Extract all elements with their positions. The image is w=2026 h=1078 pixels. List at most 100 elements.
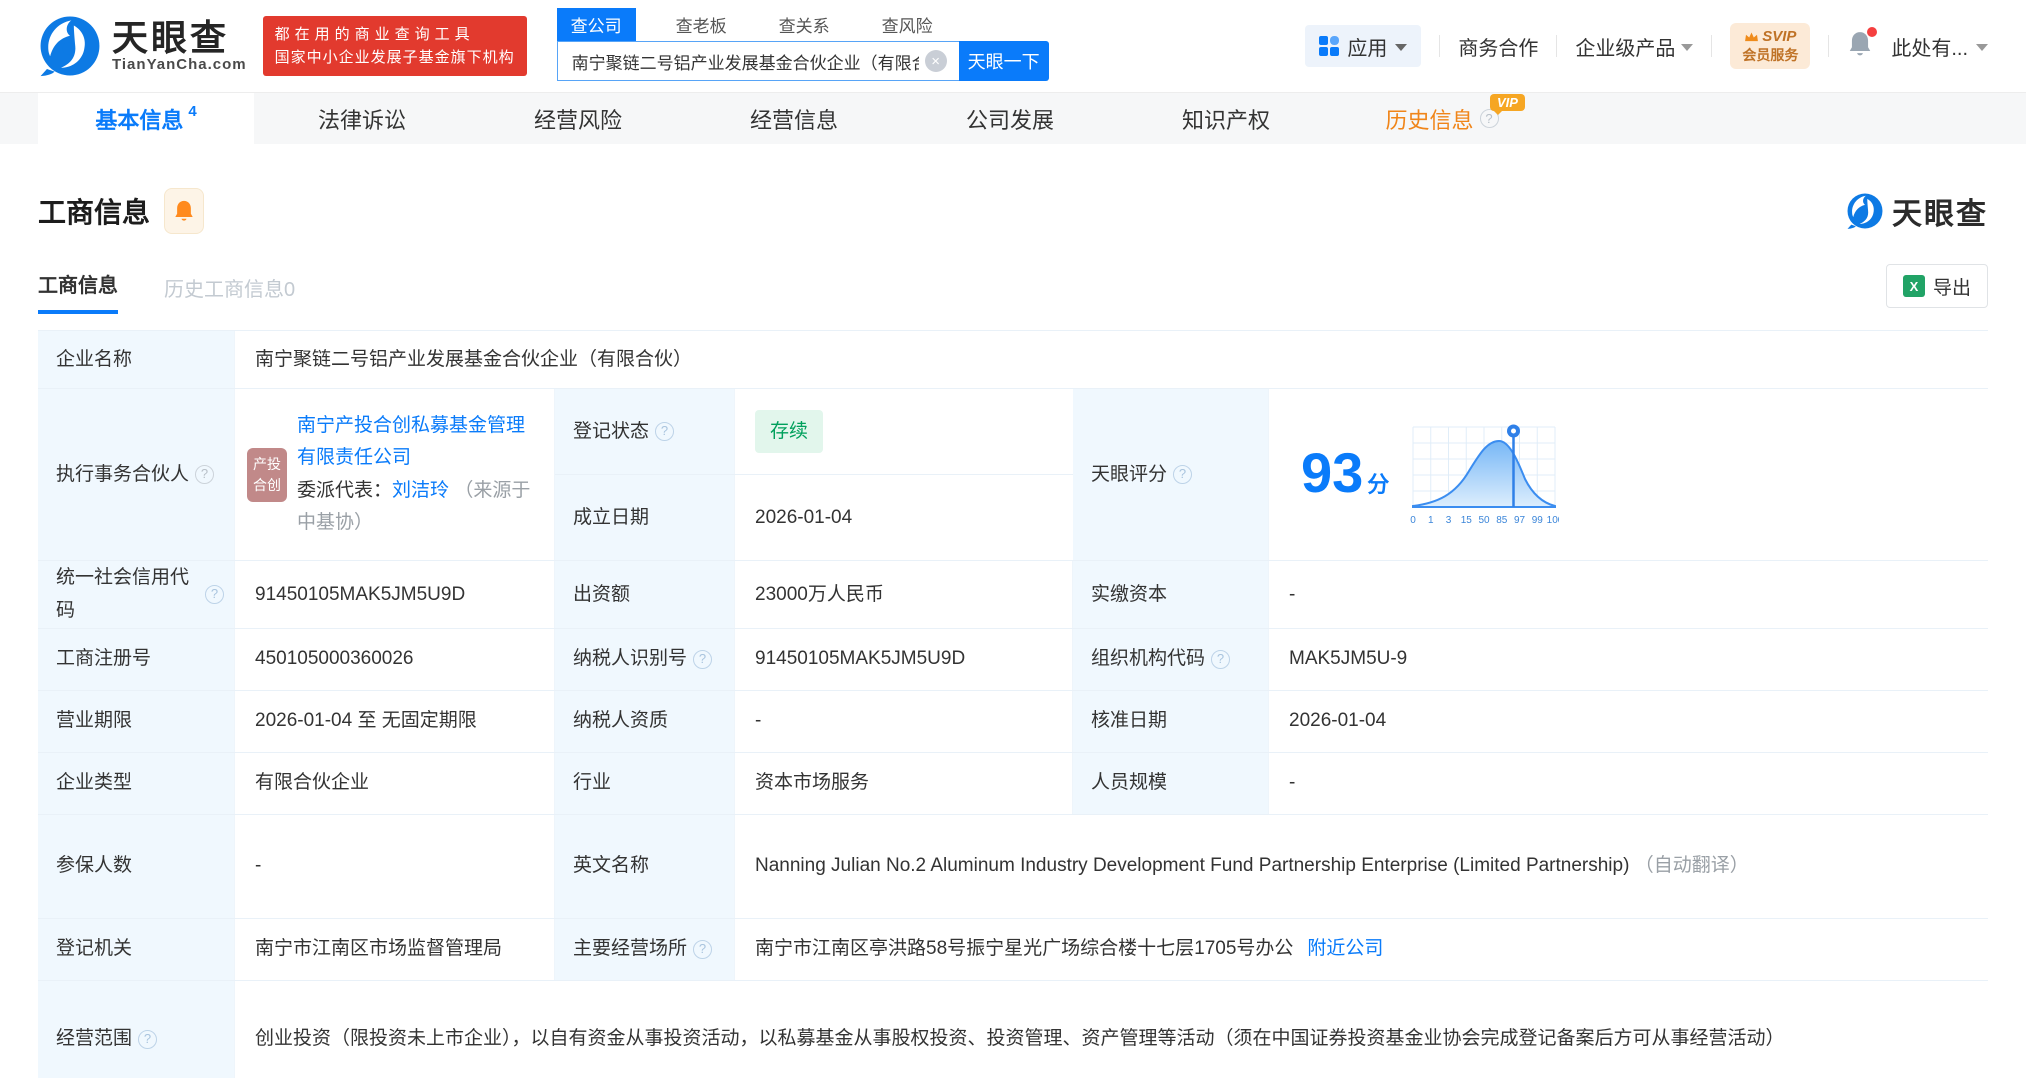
divider: [1828, 35, 1830, 57]
clear-icon[interactable]: [924, 50, 947, 72]
score-distribution-chart: 0 1 3 15 50 85 97 99 100: [1411, 424, 1559, 526]
apps-label: 应用: [1347, 37, 1388, 60]
brand-name: 天眼查: [112, 16, 230, 58]
section-header: 工商信息 天眼查: [38, 188, 1988, 234]
search-input-wrap: [556, 41, 959, 81]
tianyancha-company-page: 天眼查 TianYanCha.com 都在用的商业查询工具 国家中小企业发展子基…: [0, 0, 2026, 1078]
subscribe-bell-chip[interactable]: [164, 188, 205, 234]
search-input[interactable]: [556, 41, 959, 81]
question-icon: [1173, 465, 1193, 484]
value-contribution: 23000万人民币: [735, 561, 1073, 628]
question-icon: [1211, 649, 1231, 669]
label-registration-status: 登记状态: [555, 389, 735, 474]
partner-company-link[interactable]: 南宁产投合创私募基金管理有限责任公司: [297, 415, 525, 468]
vip-badge: VIP: [1490, 94, 1525, 115]
table-subrow: 登记状态 存续: [555, 389, 1073, 474]
divider: [1439, 35, 1441, 57]
question-icon: [655, 422, 675, 441]
value-staff-size: -: [1289, 772, 1296, 794]
search-block: 查公司 查老板 查关系 查风险 天眼一下: [556, 8, 1049, 81]
promo-badge: 都在用的商业查询工具 国家中小企业发展子基金旗下机构: [262, 15, 527, 77]
label-industry: 行业: [555, 752, 735, 814]
question-icon: [693, 649, 713, 669]
watermark-brand-name: 天眼查: [1892, 198, 1988, 231]
table-row: 登记机关 南宁市江南区市场监督管理局 主要经营场所 南宁市江南区亭洪路58号振宁…: [38, 918, 1988, 981]
label-registration-number: 工商注册号: [38, 628, 235, 690]
table-row: 营业期限 2026-01-04 至 无固定期限 纳税人资质 - 核准日期 202…: [38, 690, 1988, 753]
tab-history-info[interactable]: 历史信息 VIP: [1334, 93, 1550, 144]
label-tianyan-score: 天眼评分: [1073, 389, 1269, 560]
label-taxpayer-id: 纳税人识别号: [555, 628, 735, 690]
search-tab-boss[interactable]: 查老板: [664, 8, 739, 41]
notification-bell[interactable]: [1847, 26, 1878, 63]
label-org-code: 组织机构代码: [1073, 628, 1269, 690]
user-menu[interactable]: 此处有...: [1891, 32, 1988, 61]
svip-label: SVIP: [1762, 27, 1797, 45]
chevron-down-icon: [1395, 43, 1408, 51]
tianyancha-logo-icon: [1847, 193, 1883, 229]
svg-text:1: 1: [1428, 515, 1434, 526]
search-tab-risk[interactable]: 查风险: [870, 8, 945, 41]
search-button[interactable]: 天眼一下: [958, 41, 1049, 81]
chevron-down-icon: [1681, 43, 1694, 51]
label-business-scope: 经营范围: [38, 980, 235, 1078]
table-row: 经营范围 创业投资（限投资未上市企业），以自有资金从事投资活动，以私募基金从事股…: [38, 980, 1988, 1078]
promo-line1: 都在用的商业查询工具: [274, 25, 475, 43]
tab-basic-info[interactable]: 基本信息 4: [38, 93, 254, 144]
nav-enterprise-products[interactable]: 企业级产品: [1575, 32, 1694, 61]
svip-member-badge[interactable]: SVIP 会员服务: [1730, 22, 1811, 70]
label-insured-count: 参保人数: [38, 814, 235, 918]
divider: [1711, 35, 1713, 57]
label-credit-code: 统一社会信用代码: [38, 561, 235, 628]
label-contribution: 出资额: [555, 561, 735, 628]
label-company-name: 企业名称: [38, 331, 235, 388]
value-taxpayer-id: 91450105MAK5JM5U9D: [735, 628, 1073, 690]
label-staff-size: 人员规模: [1073, 752, 1269, 814]
value-company-type: 有限合伙企业: [235, 752, 555, 814]
value-registration-number: 450105000360026: [235, 628, 555, 690]
logo-text: 天眼查 TianYanCha.com: [112, 16, 247, 74]
label-company-type: 企业类型: [38, 752, 235, 814]
rep-name-link[interactable]: 刘洁玲: [392, 480, 449, 501]
site-logo[interactable]: 天眼查 TianYanCha.com: [38, 14, 247, 78]
svg-text:50: 50: [1479, 515, 1491, 526]
score-curve: [1412, 439, 1557, 508]
label-establishment-date: 成立日期: [555, 475, 735, 560]
tab-intellectual-property[interactable]: 知识产权: [1118, 93, 1334, 144]
subtab-history-business-info[interactable]: 历史工商信息0: [164, 273, 295, 314]
value-approval-date: 2026-01-04: [1289, 710, 1387, 732]
table-row: 参保人数 - 英文名称 Nanning Julian No.2 Aluminum…: [38, 814, 1988, 919]
value-registration-authority: 南宁市江南区市场监督管理局: [235, 918, 555, 980]
table-row: 执行事务合伙人 产投 合创 南宁产投合创私募基金管理有限责任公司 委派代表：刘洁…: [38, 389, 1988, 561]
question-icon: [195, 465, 215, 484]
table-row: 统一社会信用代码 91450105MAK5JM5U9D 出资额 23000万人民…: [38, 561, 1988, 629]
nav-cooperation[interactable]: 商务合作: [1458, 32, 1538, 61]
question-icon: [693, 939, 713, 959]
label-executive-partner: 执行事务合伙人: [38, 389, 235, 560]
tab-operating-risk[interactable]: 经营风险: [470, 93, 686, 144]
content-area: 工商信息 天眼查 工商信息 历史工商信息0 X 导出 企业名称 南宁聚链二号铝产…: [0, 188, 2026, 1078]
export-button[interactable]: 导出: [1885, 264, 1988, 308]
tab-lawsuits[interactable]: 法律诉讼: [254, 93, 470, 144]
export-label: 导出: [1932, 277, 1971, 299]
score-unit: 分: [1367, 471, 1390, 497]
value-business-scope: 创业投资（限投资未上市企业），以自有资金从事投资活动，以私募基金从事股权投资、投…: [255, 1027, 1785, 1049]
value-executive-partner: 产投 合创 南宁产投合创私募基金管理有限责任公司 委派代表：刘洁玲 （来源于中基…: [235, 389, 555, 560]
label-english-name: 英文名称: [555, 814, 735, 918]
brand-domain: TianYanCha.com: [112, 56, 247, 74]
rep-label: 委派代表：: [297, 479, 393, 501]
search-tab-relation[interactable]: 查关系: [767, 8, 842, 41]
subtab-row: 工商信息 历史工商信息0 导出: [38, 264, 1988, 314]
table-subrow: 成立日期 2026-01-04: [555, 474, 1073, 560]
tab-company-development[interactable]: 公司发展: [902, 93, 1118, 144]
apps-button[interactable]: 应用: [1305, 25, 1422, 67]
tab-basic-info-count: 4: [188, 103, 197, 120]
excel-icon: [1902, 275, 1925, 297]
tab-operating-info[interactable]: 经营信息: [686, 93, 902, 144]
crown-icon: [1745, 32, 1759, 41]
user-menu-label: 此处有...: [1891, 37, 1968, 60]
search-tab-company[interactable]: 查公司: [556, 8, 636, 41]
nearby-companies-link[interactable]: 附近公司: [1307, 932, 1383, 965]
subtab-business-info[interactable]: 工商信息: [38, 269, 118, 314]
divider: [1556, 35, 1558, 57]
